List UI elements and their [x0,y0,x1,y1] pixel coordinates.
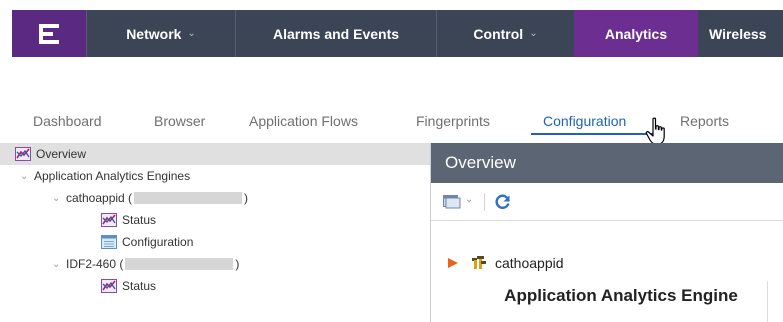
chevron-down-icon[interactable]: ⌄ [52,193,66,204]
redacted-address [134,192,243,204]
panel-header: Overview [431,143,783,183]
tab-fingerprints[interactable]: Fingerprints [416,113,490,129]
chart-icon [101,279,117,293]
nav-analytics[interactable]: Analytics [574,10,698,57]
config-icon [101,235,117,249]
nav-alarms-label: Alarms and Events [272,25,400,42]
panel-body: cathoappid Application Analytics Engine [431,221,783,322]
tree-item-application-analytics-engines[interactable]: ⌄ Application Analytics Engines [0,165,430,187]
tree-item-status[interactable]: Status [0,209,430,231]
nav-control-label: Control [473,25,524,42]
overview-panel: Overview ⌄ cathoappid Application Analyt… [430,143,783,322]
chevron-down-icon[interactable]: ⌄ [52,259,66,270]
tree-item-label: IDF2-460 ( [66,257,124,271]
expand-arrow-icon[interactable] [447,257,459,269]
nav-network-label: Network [126,25,182,42]
tree-item-cathoappid[interactable]: ⌄ cathoappid ( ) [0,187,430,209]
tree-item-idf2-460[interactable]: ⌄ IDF2-460 ( ) [0,253,430,275]
tree-item-label: Configuration [122,235,194,249]
tab-browser[interactable]: Browser [154,113,205,129]
node-label: cathoappid [495,255,564,271]
panel-title: Overview [445,153,516,172]
tab-dashboard[interactable]: Dashboard [33,113,102,129]
chevron-down-icon: ⌄ [529,28,538,39]
engine-icon [472,256,486,269]
node-title: Application Analytics Engine [504,286,738,305]
tree-item-label-suffix: ) [244,191,249,205]
tree-item-status[interactable]: Status [0,275,430,297]
column-divider [767,281,768,322]
navigation-tree: Overview ⌄ Application Analytics Engines… [0,143,430,322]
nav-wireless[interactable]: Wireless [698,10,783,57]
node-row[interactable]: cathoappid [447,255,564,271]
nav-wireless-label: Wireless [709,25,767,42]
tree-item-label: Application Analytics Engines [34,169,191,183]
tab-application-flows[interactable]: Application Flows [249,113,358,129]
toolbar-divider [484,193,485,211]
nav-network[interactable]: Network ⌄ [87,10,235,57]
nav-alarms-and-events[interactable]: Alarms and Events [236,10,436,57]
nav-analytics-label: Analytics [604,25,668,42]
chevron-down-icon[interactable]: ⌄ [20,171,34,182]
tree-item-label-suffix: ) [235,257,240,271]
tree-item-configuration[interactable]: Configuration [0,231,430,253]
tree-item-label: cathoappid ( [66,191,133,205]
chart-icon [15,147,31,161]
extreme-logo-icon [39,24,59,44]
tree-item-label: Status [122,279,157,293]
nav-control[interactable]: Control ⌄ [437,10,574,57]
active-tab-indicator [531,133,653,135]
tab-configuration[interactable]: Configuration [543,113,626,129]
tab-reports[interactable]: Reports [680,113,729,129]
view-menu-icon[interactable] [443,195,461,209]
top-navigation-bar: Network ⌄ Alarms and Events Control ⌄ An… [0,0,783,57]
chart-icon [101,213,117,227]
logo[interactable] [12,10,86,57]
chevron-down-icon[interactable]: ⌄ [465,194,473,205]
panel-toolbar: ⌄ [431,183,783,221]
refresh-icon[interactable] [494,193,512,211]
chevron-down-icon: ⌄ [187,28,196,39]
redacted-address [125,258,234,270]
tree-item-label: Status [122,213,157,227]
tree-item-overview[interactable]: Overview [0,143,430,165]
tree-item-label: Overview [36,147,87,161]
